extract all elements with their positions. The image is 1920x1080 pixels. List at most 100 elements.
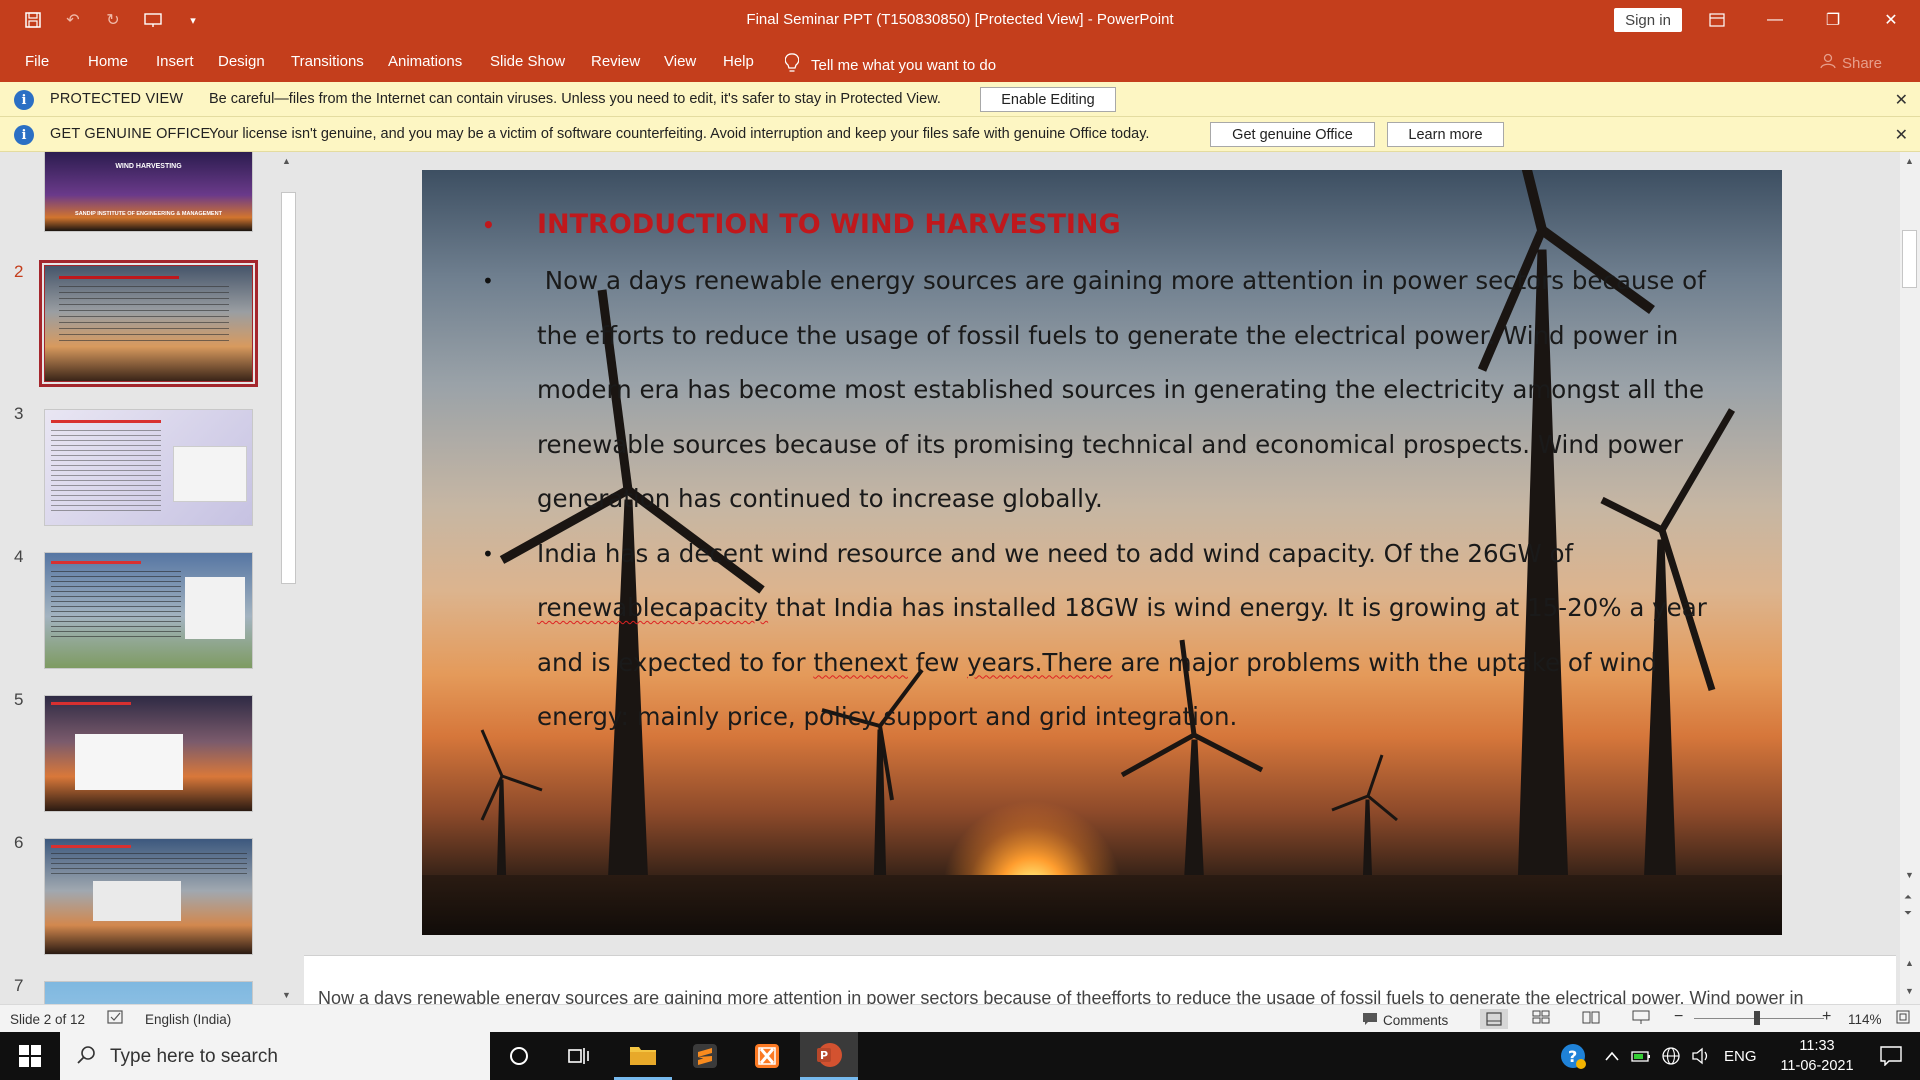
ribbon-display-options-icon[interactable] xyxy=(1688,0,1746,40)
ground-silhouette xyxy=(422,875,1782,935)
notification-center-icon[interactable] xyxy=(1862,1032,1920,1080)
slide-thumbnail-7[interactable] xyxy=(44,981,253,1004)
battery-icon[interactable] xyxy=(1626,1032,1656,1080)
scroll-down-icon[interactable]: ▼ xyxy=(1905,986,1914,996)
slide-content[interactable]: • INTRODUCTION TO WIND HARVESTING • Now … xyxy=(482,200,1742,745)
restore-icon[interactable]: ❐ xyxy=(1804,0,1862,40)
close-icon[interactable]: ✕ xyxy=(1862,0,1920,40)
thumbnail-title-line xyxy=(51,420,161,423)
slide-canvas[interactable]: • INTRODUCTION TO WIND HARVESTING • Now … xyxy=(422,170,1782,935)
tab-slide-show[interactable]: Slide Show xyxy=(490,53,565,70)
protected-view-bar: i PROTECTED VIEW Be careful—files from t… xyxy=(0,82,1920,117)
genuine-office-message: Your license isn't genuine, and you may … xyxy=(209,126,1150,142)
minimize-icon[interactable]: — xyxy=(1746,0,1804,40)
input-language[interactable]: ENG xyxy=(1724,1032,1757,1080)
tab-help[interactable]: Help xyxy=(723,53,754,70)
network-icon[interactable] xyxy=(1656,1032,1686,1080)
tab-insert[interactable]: Insert xyxy=(156,53,194,70)
thumbnail-text-lines xyxy=(51,571,181,641)
thumbnail-number: 2 xyxy=(14,262,24,281)
comments-button[interactable]: Comments xyxy=(1362,1012,1448,1029)
cortana-icon[interactable] xyxy=(490,1032,548,1080)
zoom-out-icon[interactable]: − xyxy=(1674,1008,1683,1026)
spelling-error[interactable]: thenext xyxy=(813,648,907,677)
help-icon[interactable]: ? xyxy=(1548,1032,1598,1080)
file-explorer-icon[interactable] xyxy=(614,1032,672,1080)
fit-slide-icon[interactable] xyxy=(1896,1010,1910,1027)
slide-thumbnail-5[interactable] xyxy=(44,695,253,812)
slide-title[interactable]: • INTRODUCTION TO WIND HARVESTING xyxy=(482,200,1742,250)
status-bar: Slide 2 of 12 English (India) Comments −… xyxy=(0,1004,1920,1032)
enable-editing-button[interactable]: Enable Editing xyxy=(980,87,1116,112)
tab-review[interactable]: Review xyxy=(591,53,640,70)
tell-me-search[interactable]: Tell me what you want to do xyxy=(784,53,997,77)
zoom-level[interactable]: 114% xyxy=(1848,1012,1882,1027)
share-label: Share xyxy=(1841,54,1882,72)
sign-in-button[interactable]: Sign in xyxy=(1614,8,1682,32)
close-icon[interactable]: ✕ xyxy=(1895,90,1908,110)
genuine-office-bar: i GET GENUINE OFFICE Your license isn't … xyxy=(0,117,1920,152)
scroll-down-icon[interactable]: ▼ xyxy=(1905,870,1914,880)
zoom-in-icon[interactable]: + xyxy=(1822,1008,1831,1026)
spelling-check-icon[interactable] xyxy=(107,1010,125,1028)
zoom-slider[interactable] xyxy=(1694,1011,1824,1025)
spelling-error[interactable]: renewablecapacity xyxy=(537,593,768,622)
scrollbar-thumb[interactable] xyxy=(281,192,296,584)
windows-start-icon[interactable] xyxy=(0,1032,60,1080)
thumbnail-title-line xyxy=(51,702,131,705)
task-view-icon[interactable] xyxy=(550,1032,608,1080)
windows-taskbar: Type here to search P ? ENG 11:33 11-06-… xyxy=(0,1032,1920,1080)
paragraph-2-text-c: few xyxy=(907,647,968,677)
slide-thumbnail-4[interactable] xyxy=(44,552,253,669)
scroll-down-icon[interactable]: ▼ xyxy=(282,990,291,1000)
slide-thumbnail-3[interactable] xyxy=(44,409,253,526)
xampp-icon[interactable] xyxy=(738,1032,796,1080)
taskbar-search-box[interactable]: Type here to search xyxy=(60,1032,490,1080)
spelling-error[interactable]: years.There xyxy=(967,648,1112,677)
bullet-paragraph-1[interactable]: • Now a days renewable energy sources ar… xyxy=(482,254,1742,527)
notes-pane[interactable]: Now a days renewable energy sources are … xyxy=(304,955,1896,1005)
comments-label: Comments xyxy=(1383,1013,1449,1028)
scrollbar-thumb[interactable] xyxy=(1902,230,1917,288)
bullet-paragraph-2[interactable]: • India has a decent wind resource and w… xyxy=(482,527,1742,745)
thumbnail-scrollbar[interactable]: ▲ ▼ xyxy=(279,152,298,1004)
scroll-up-icon[interactable]: ▲ xyxy=(1905,958,1914,968)
slide-show-icon[interactable] xyxy=(1632,1010,1650,1028)
tab-animations[interactable]: Animations xyxy=(388,53,462,70)
tab-transitions[interactable]: Transitions xyxy=(291,53,364,70)
tab-file[interactable]: File xyxy=(25,53,49,70)
show-hidden-icons-icon[interactable] xyxy=(1598,1032,1626,1080)
slide-scrollbar[interactable]: ▲ ▼ ⏶ ⏷ ▲ ▼ xyxy=(1900,152,1920,1004)
slide-thumbnail-6[interactable] xyxy=(44,838,253,955)
next-slide-icon[interactable]: ⏷ xyxy=(1904,908,1912,919)
person-icon xyxy=(1820,53,1836,73)
search-placeholder: Type here to search xyxy=(110,1046,278,1067)
share-button[interactable]: Share xyxy=(1820,53,1882,73)
powerpoint-taskbar-icon[interactable]: P xyxy=(800,1032,858,1080)
close-icon[interactable]: ✕ xyxy=(1895,125,1908,145)
slide-thumbnail-2[interactable] xyxy=(39,260,258,387)
sublime-text-icon[interactable] xyxy=(676,1032,734,1080)
taskbar-clock[interactable]: 11:33 11-06-2021 xyxy=(1772,1036,1862,1076)
scroll-up-icon[interactable]: ▲ xyxy=(1905,156,1914,166)
language-indicator[interactable]: English (India) xyxy=(145,1012,231,1027)
slide-sorter-icon[interactable] xyxy=(1532,1010,1550,1027)
get-genuine-office-button[interactable]: Get genuine Office xyxy=(1210,122,1375,147)
previous-slide-icon[interactable]: ⏶ xyxy=(1904,892,1912,903)
tab-design[interactable]: Design xyxy=(218,53,265,70)
thumbnail-text-lines xyxy=(51,430,161,515)
reading-view-icon[interactable] xyxy=(1582,1010,1600,1027)
bullet-icon: • xyxy=(482,213,495,237)
volume-icon[interactable] xyxy=(1686,1032,1716,1080)
learn-more-button[interactable]: Learn more xyxy=(1387,122,1504,147)
scroll-up-icon[interactable]: ▲ xyxy=(282,156,291,166)
zoom-slider-handle[interactable] xyxy=(1754,1011,1760,1025)
tab-home[interactable]: Home xyxy=(88,53,128,70)
normal-view-icon[interactable] xyxy=(1480,1009,1508,1029)
thumbnail-number: 5 xyxy=(14,690,24,709)
ribbon-tabs: File Home Insert Design Transitions Anim… xyxy=(0,40,1920,82)
thumbnail-number: 6 xyxy=(14,833,24,852)
tell-me-label: Tell me what you want to do xyxy=(811,56,997,74)
slide-thumbnail-1[interactable]: WIND HARVESTING SANDIP INSTITUTE OF ENGI… xyxy=(44,152,253,232)
tab-view[interactable]: View xyxy=(664,53,696,70)
